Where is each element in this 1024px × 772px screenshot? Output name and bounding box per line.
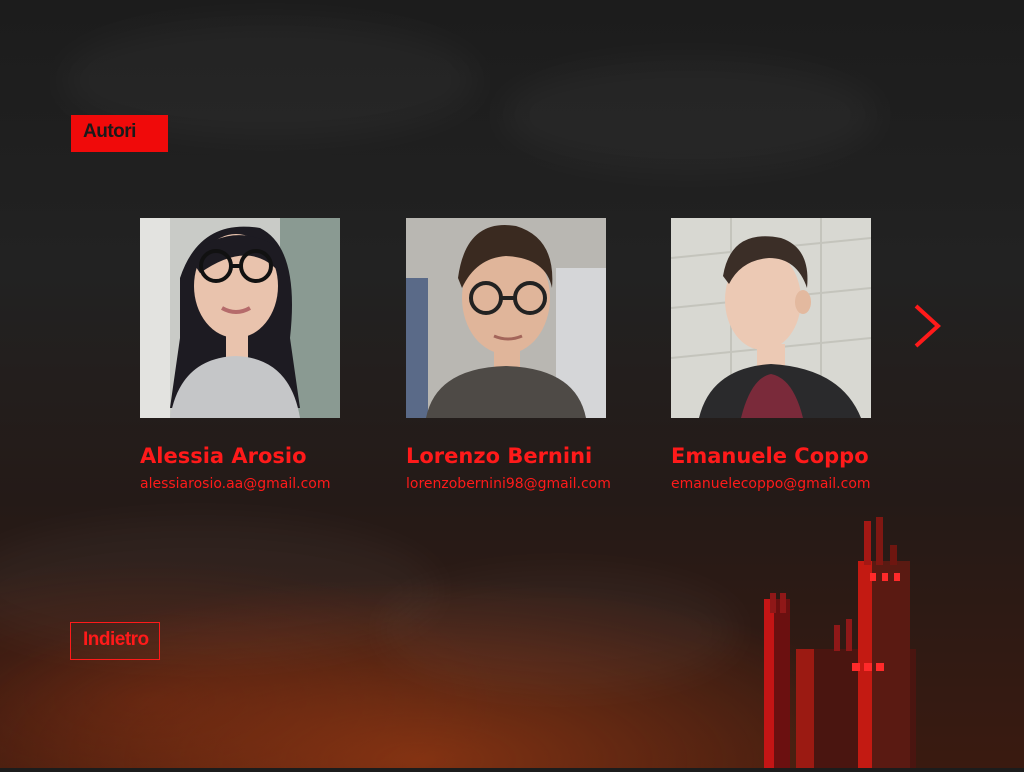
- author-email[interactable]: emanuelecoppo@gmail.com: [671, 476, 911, 492]
- back-button[interactable]: Indietro: [70, 622, 160, 660]
- author-email[interactable]: alessiarosio.aa@gmail.com: [140, 476, 380, 492]
- author-card: Lorenzo Bernini lorenzobernini98@gmail.c…: [406, 218, 646, 492]
- author-photo: [140, 218, 340, 418]
- tower-illustration: [750, 515, 940, 768]
- author-photo: [671, 218, 871, 418]
- author-name: Lorenzo Bernini: [406, 444, 593, 468]
- chevron-right-icon[interactable]: [910, 302, 944, 350]
- author-card: Emanuele Coppo emanuelecoppo@gmail.com: [671, 218, 911, 492]
- background-cloud: [380, 570, 740, 690]
- background-cloud: [500, 60, 880, 170]
- background-cloud: [0, 520, 440, 660]
- author-card: Alessia Arosio alessiarosio.aa@gmail.com: [140, 218, 380, 492]
- page-title: Autori: [71, 115, 168, 152]
- author-photo: [406, 218, 606, 418]
- author-name: Emanuele Coppo: [671, 444, 869, 468]
- author-email[interactable]: lorenzobernini98@gmail.com: [406, 476, 646, 492]
- author-name: Alessia Arosio: [140, 444, 307, 468]
